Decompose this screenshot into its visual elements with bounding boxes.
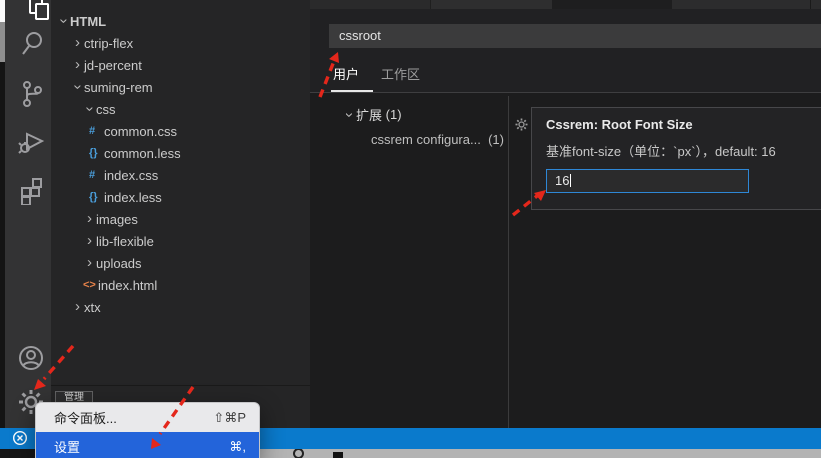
- files-explorer-icon[interactable]: [27, 0, 53, 26]
- settings-header: cssroot 用户 工作区: [310, 9, 821, 93]
- menu-item-shortcut: ⌘,: [229, 439, 246, 455]
- tree-item-suming-rem[interactable]: ›suming-rem: [51, 76, 310, 98]
- search-icon[interactable]: [20, 30, 46, 57]
- setting-value: 16: [555, 173, 569, 188]
- tree-item-label: jd-percent: [84, 58, 142, 73]
- tree-item-label: suming-rem: [84, 80, 153, 95]
- tree-item-index.html[interactable]: <>index.html: [51, 274, 310, 296]
- tree-item-css[interactable]: ›css: [51, 98, 310, 120]
- less-file-icon: {}: [89, 147, 104, 159]
- activity-bar: [5, 0, 51, 428]
- tree-item-label: common.css: [104, 124, 177, 139]
- toc-divider: [508, 96, 509, 428]
- toc-item-cssrem[interactable]: cssrem configura... (1): [371, 132, 504, 147]
- menu-item-shortcut: ⇧⌘P: [213, 410, 246, 426]
- dock-item: [293, 448, 304, 458]
- close-circle-icon[interactable]: [12, 430, 28, 451]
- css-file-icon: #: [89, 169, 104, 181]
- tab-user[interactable]: 用户: [333, 64, 359, 83]
- settings-body: › 扩展 (1) cssrem configura... (1): [310, 93, 821, 428]
- tree-item-label: index.less: [104, 190, 162, 205]
- vscode-window: ›HTML›ctrip-flex›jd-percent›suming-rem›c…: [0, 0, 821, 458]
- setting-description: 基准font-size（单位：`px`），default: 16: [546, 141, 776, 160]
- extensions-icon[interactable]: [18, 176, 46, 205]
- tree-item-ctrip-flex[interactable]: ›ctrip-flex: [51, 32, 310, 54]
- tree-item-index.css[interactable]: #index.css: [51, 164, 310, 186]
- tree-item-jd-percent[interactable]: ›jd-percent: [51, 54, 310, 76]
- settings-editor: cssroot 用户 工作区 › 扩展 (1) cssrem configura…: [310, 0, 821, 428]
- less-file-icon: {}: [89, 191, 104, 203]
- settings-search-input[interactable]: cssroot: [329, 24, 821, 48]
- tree-item-label: HTML: [70, 14, 106, 29]
- tree-item-common.css[interactable]: #common.css: [51, 120, 310, 142]
- tree-item-uploads[interactable]: ›uploads: [51, 252, 310, 274]
- chevron-down-icon: ›: [59, 15, 69, 28]
- tree-item-label: xtx: [84, 300, 101, 315]
- editor-tabstrip: [310, 0, 821, 9]
- chevron-right-icon: ›: [71, 60, 84, 70]
- menu-item-settings[interactable]: 设置 ⌘,: [36, 432, 259, 458]
- chevron-down-icon: ›: [344, 108, 354, 122]
- editor-tab[interactable]: [672, 0, 810, 9]
- tree-item-xtx[interactable]: ›xtx: [51, 296, 310, 318]
- tree-item-label: index.css: [104, 168, 158, 183]
- toc-group-extensions[interactable]: › 扩展 (1): [342, 105, 402, 124]
- menu-item-label: 命令面板...: [54, 408, 117, 427]
- menu-item-command-palette[interactable]: 命令面板... ⇧⌘P: [36, 403, 259, 432]
- chevron-right-icon: ›: [71, 302, 84, 312]
- setting-manage-gear-icon[interactable]: [514, 117, 529, 137]
- source-control-branch-icon[interactable]: [19, 79, 45, 110]
- editor-tab[interactable]: [811, 0, 821, 9]
- tree-item-label: images: [96, 212, 138, 227]
- tree-item-label: uploads: [96, 256, 142, 271]
- chevron-right-icon: ›: [83, 214, 96, 224]
- chevron-right-icon: ›: [71, 38, 84, 48]
- text-cursor: [570, 174, 571, 187]
- setting-item-card: Cssrem: Root Font Size 基准font-size（单位：`p…: [531, 107, 821, 210]
- tree-item-label: lib-flexible: [96, 234, 154, 249]
- active-tab-underline: [331, 90, 373, 92]
- tree-item-images[interactable]: ›images: [51, 208, 310, 230]
- chevron-down-icon: ›: [85, 103, 95, 116]
- editor-tab[interactable]: [431, 0, 552, 9]
- tree-item-index.less[interactable]: {}index.less: [51, 186, 310, 208]
- menu-item-label: 设置: [54, 437, 80, 456]
- tree-item-lib-flexible[interactable]: ›lib-flexible: [51, 230, 310, 252]
- chevron-right-icon: ›: [83, 258, 96, 268]
- html-file-icon: <>: [83, 279, 98, 291]
- tree-item-label: common.less: [104, 146, 181, 161]
- setting-value-input[interactable]: 16: [546, 169, 749, 193]
- css-file-icon: #: [89, 125, 104, 137]
- explorer-sidebar: ›HTML›ctrip-flex›jd-percent›suming-rem›c…: [51, 0, 310, 428]
- editor-tab-active[interactable]: [552, 0, 672, 9]
- chevron-right-icon: ›: [83, 236, 96, 246]
- tree-item-label: ctrip-flex: [84, 36, 133, 51]
- settings-search-value: cssroot: [339, 28, 381, 43]
- editor-tab[interactable]: [310, 0, 430, 9]
- chevron-down-icon: ›: [73, 81, 83, 94]
- tree-item-common.less[interactable]: {}common.less: [51, 142, 310, 164]
- sidebar-section-divider: [51, 385, 310, 386]
- tree-item-HTML[interactable]: ›HTML: [51, 10, 310, 32]
- run-debug-icon[interactable]: [18, 128, 46, 158]
- account-icon[interactable]: [17, 344, 45, 372]
- dock-item: [333, 452, 343, 458]
- tab-workspace[interactable]: 工作区: [381, 64, 420, 83]
- tree-item-label: index.html: [98, 278, 157, 293]
- settings-gear-menu: 命令面板... ⇧⌘P 设置 ⌘,: [35, 402, 260, 458]
- tree-item-label: css: [96, 102, 116, 117]
- setting-title: Cssrem: Root Font Size: [546, 117, 693, 132]
